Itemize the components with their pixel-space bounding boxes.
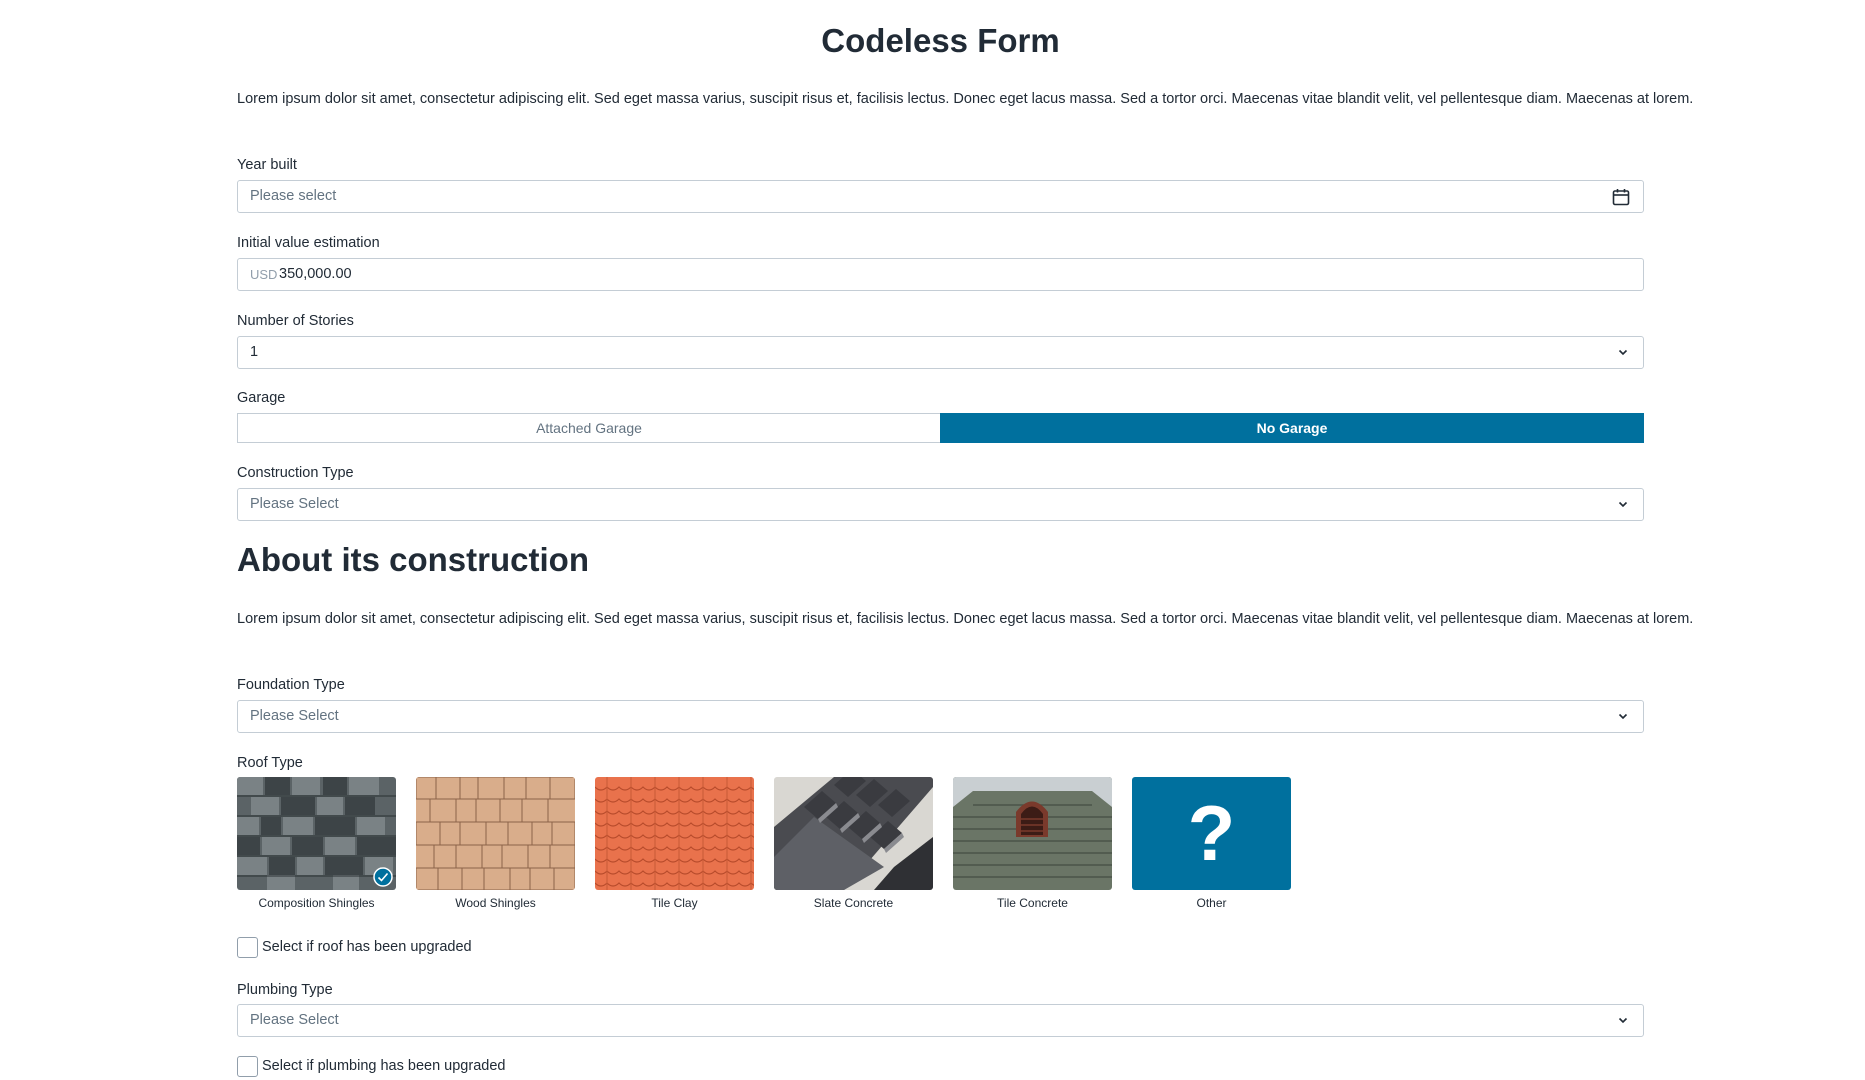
stories-select[interactable]: 1 [237,336,1644,369]
question-mark-glyph: ? [1187,789,1236,877]
roof-option-label: Slate Concrete [813,896,894,910]
section-heading: About its construction [237,541,589,578]
year-built-input[interactable]: Please select [237,180,1644,213]
checkbox-box[interactable] [237,937,258,958]
currency-prefix: USD [250,267,278,282]
roof-option-label: Wood Shingles [455,896,536,910]
construction-type-placeholder: Please Select [250,496,339,512]
chevron-down-icon [1618,713,1628,720]
plumbing-type-label: Plumbing Type [237,982,333,998]
plumbing-type-placeholder: Please Select [250,1012,339,1028]
chevron-down-icon [1618,349,1628,356]
slate-concrete-image [774,777,933,890]
roof-option-other[interactable]: ? Other [1132,777,1291,910]
roof-option-label: Tile Clay [651,896,698,910]
year-built-placeholder: Please select [250,188,337,204]
checkbox-box[interactable] [237,1056,258,1077]
roof-option-composition-shingles[interactable]: Composition Shingles [237,777,396,910]
wood-shingles-image [416,777,575,890]
garage-option-attached[interactable]: Attached Garage [237,413,941,443]
section-intro-text: Lorem ipsum dolor sit amet, consectetur … [237,611,1694,627]
initial-value-label: Initial value estimation [237,235,380,251]
construction-type-select[interactable]: Please Select [237,488,1644,521]
roof-upgraded-label: Select if roof has been upgraded [262,939,472,955]
chevron-down-icon [1618,501,1628,508]
construction-type-label: Construction Type [237,465,354,481]
plumbing-type-select[interactable]: Please Select [237,1004,1644,1037]
roof-option-tile-clay[interactable]: Tile Clay [595,777,754,910]
initial-value-input[interactable]: USD 350,000.00 [237,258,1644,291]
foundation-type-select[interactable]: Please Select [237,700,1644,733]
intro-text: Lorem ipsum dolor sit amet, consectetur … [237,91,1694,107]
roof-option-label: Tile Concrete [997,896,1068,910]
page-title: Codeless Form [821,22,1060,59]
calendar-icon[interactable] [1611,187,1631,207]
plumbing-upgraded-label: Select if plumbing has been upgraded [262,1058,506,1074]
roof-option-label: Composition Shingles [258,896,375,910]
stories-label: Number of Stories [237,313,354,329]
foundation-type-label: Foundation Type [237,677,345,693]
initial-value-text: 350,000.00 [279,266,352,282]
year-built-label: Year built [237,157,297,173]
tile-clay-image [595,777,754,890]
roof-type-label: Roof Type [237,755,303,771]
stories-value: 1 [250,344,259,360]
foundation-type-placeholder: Please Select [250,708,339,724]
roof-option-slate-concrete[interactable]: Slate Concrete [774,777,933,910]
roof-option-tile-concrete[interactable]: Tile Concrete [953,777,1112,910]
roof-option-label: Other [1196,896,1227,910]
chevron-down-icon [1618,1017,1628,1024]
question-mark-icon: ? [1132,777,1291,890]
roof-option-wood-shingles[interactable]: Wood Shingles [416,777,575,910]
tile-concrete-image [953,777,1112,890]
garage-label: Garage [237,390,286,406]
selected-check-icon [373,867,393,887]
garage-toggle: Attached Garage No Garage [237,413,1644,443]
garage-option-none[interactable]: No Garage [940,413,1644,443]
composition-shingles-image [237,777,396,890]
